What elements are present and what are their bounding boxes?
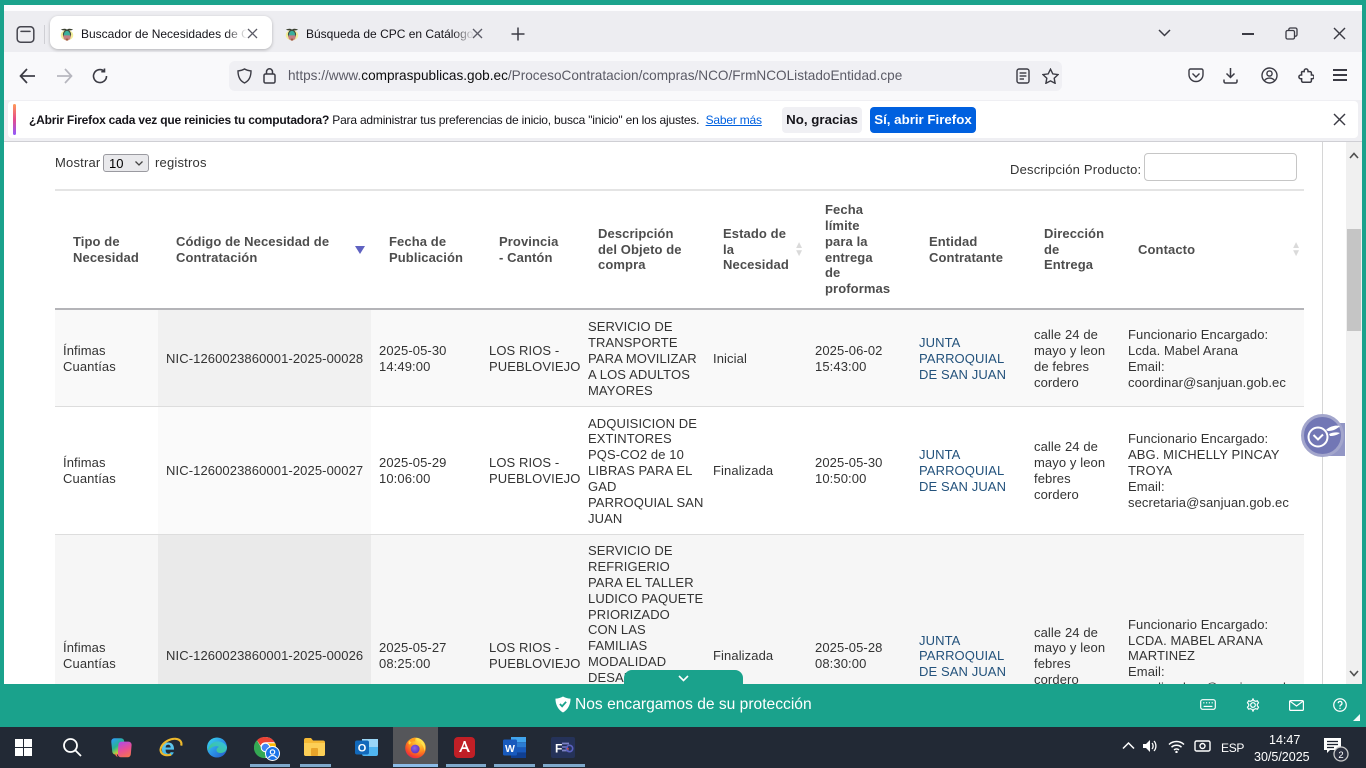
svg-text:F: F [555,742,562,756]
svg-text:W: W [505,743,515,755]
svg-text:2: 2 [1338,750,1343,761]
svg-text:O: O [358,743,367,755]
